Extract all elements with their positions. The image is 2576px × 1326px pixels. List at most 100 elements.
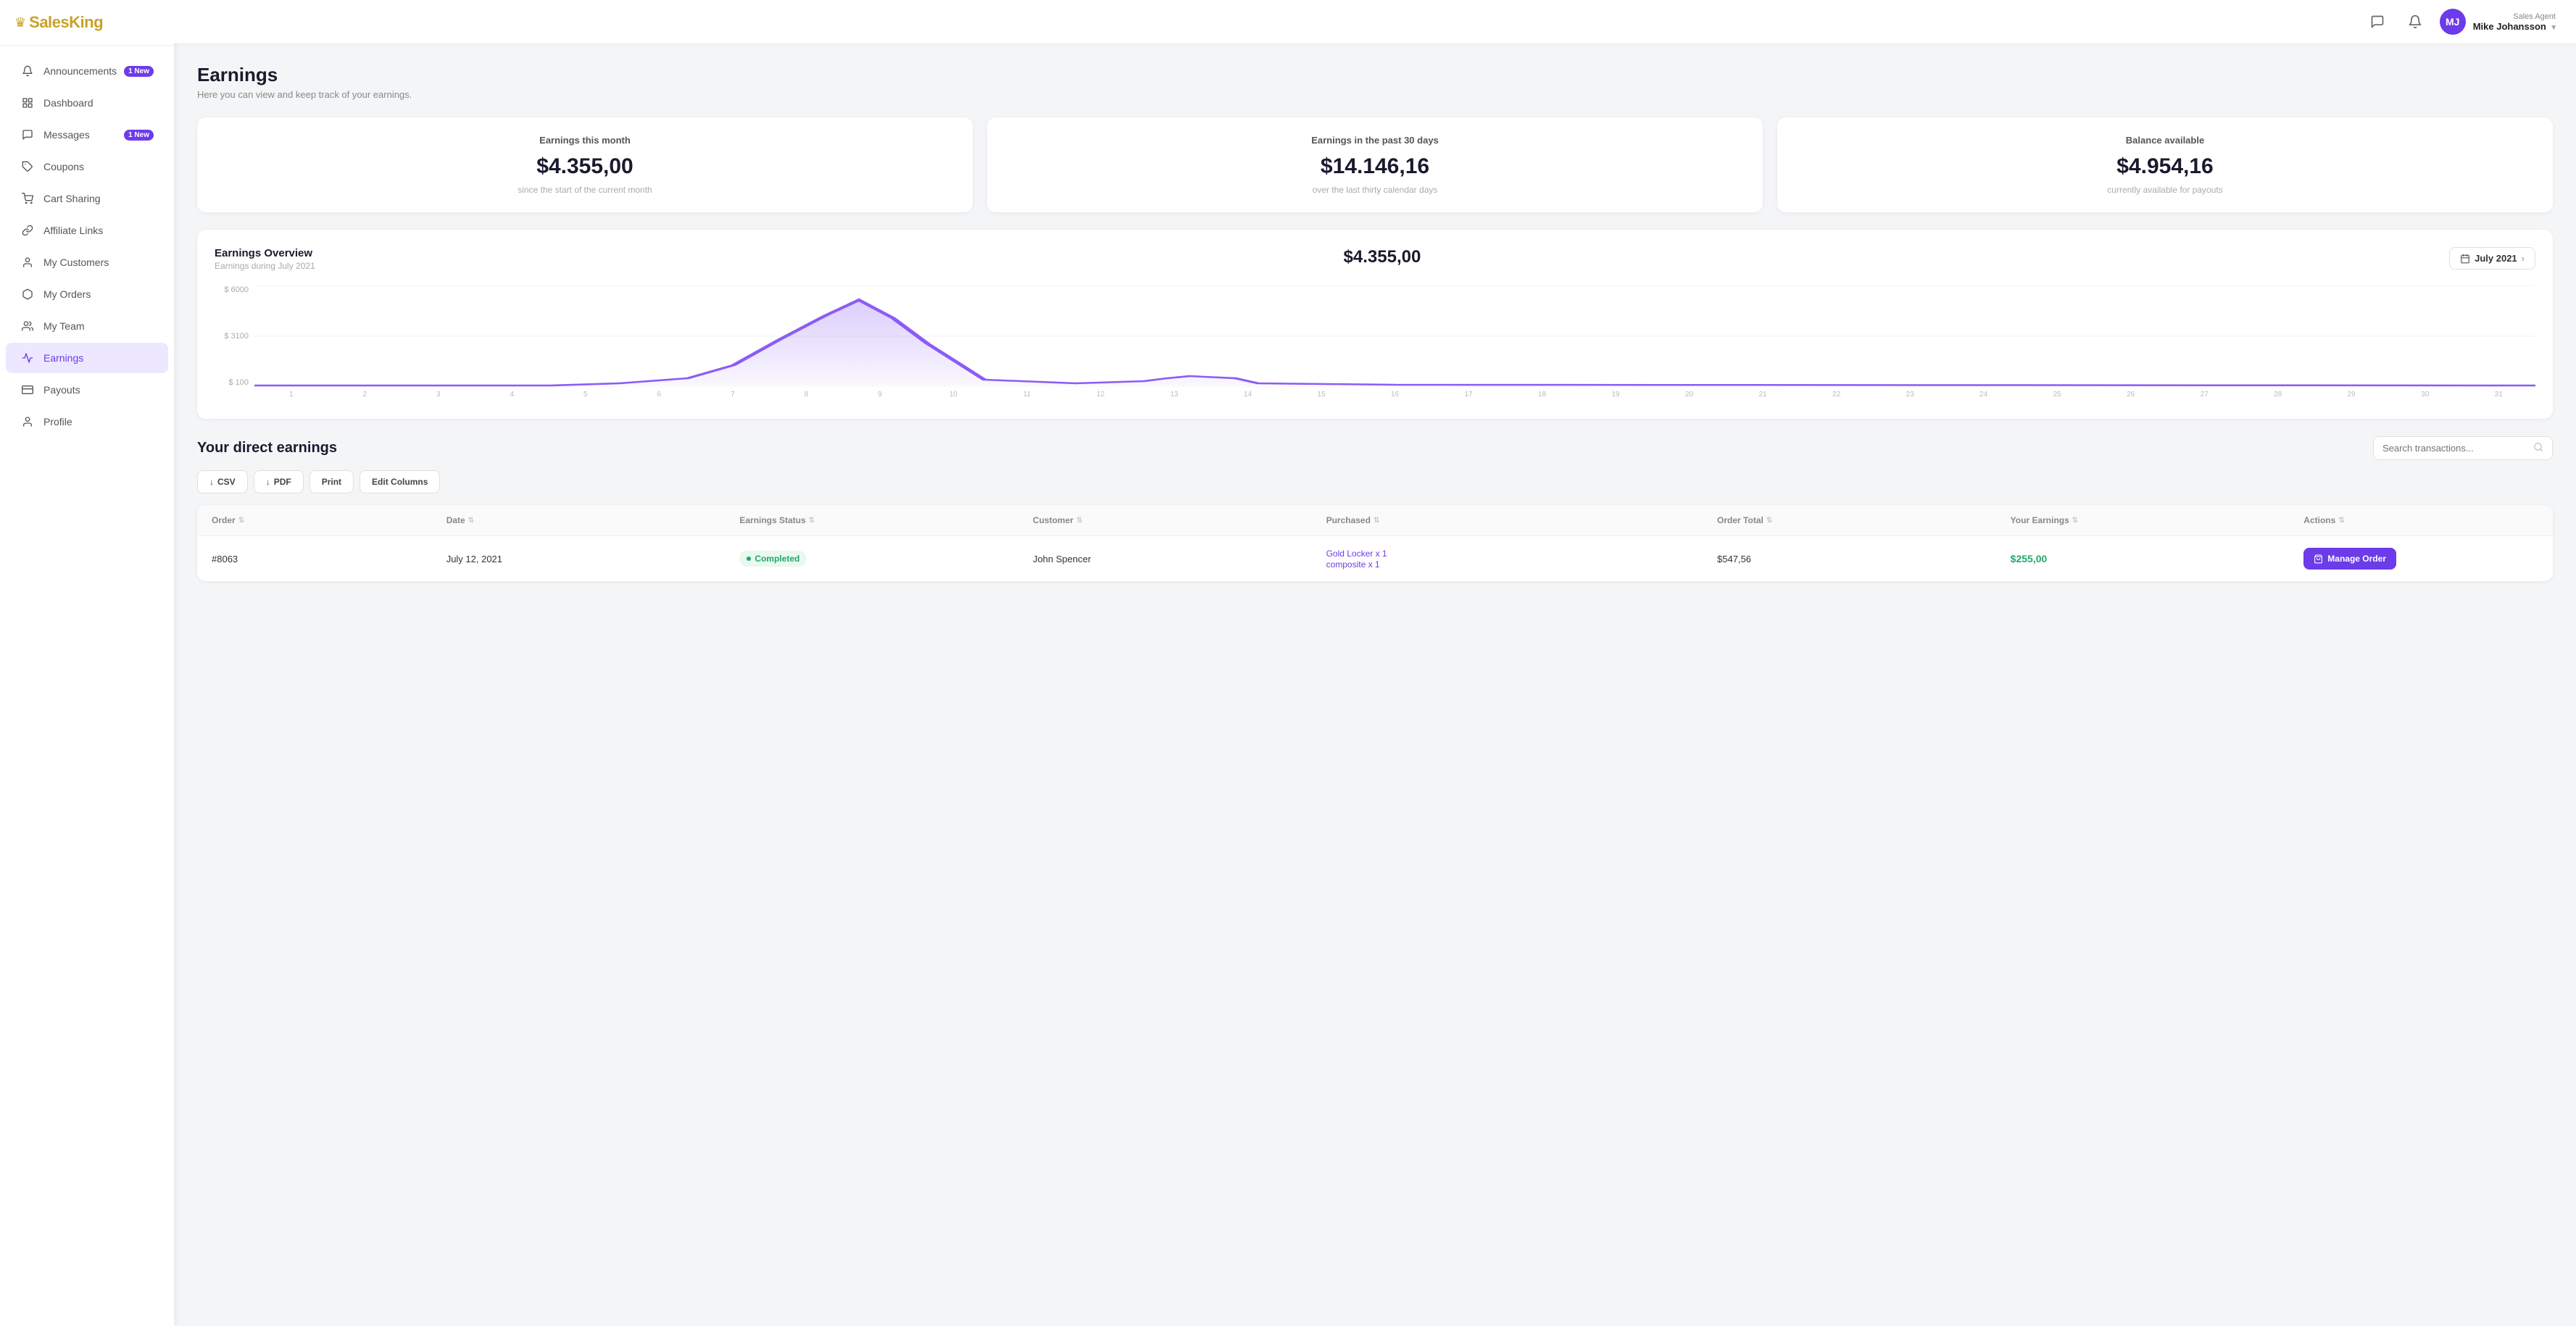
chart-x-label: 13: [1137, 391, 1211, 399]
th-customer: Customer ⇅: [1033, 515, 1326, 525]
box-icon: [20, 287, 35, 301]
team-icon: [20, 319, 35, 333]
sidebar-label-profile: Profile: [43, 416, 72, 428]
search-icon: [2533, 442, 2543, 454]
date-picker-button[interactable]: July 2021 ›: [2449, 247, 2535, 270]
sidebar-label-coupons: Coupons: [43, 161, 84, 172]
direct-earnings-header: Your direct earnings: [197, 436, 2553, 460]
chart-x-label: 28: [2241, 391, 2315, 399]
sidebar-item-messages[interactable]: Messages 1 New: [6, 120, 168, 150]
sort-total-icon: ⇅: [1766, 517, 1772, 525]
chart-x-label: 22: [1800, 391, 1874, 399]
y-label-100: $ 100: [215, 378, 254, 387]
csv-button[interactable]: ↓ CSV: [197, 470, 248, 493]
sidebar-item-dashboard[interactable]: Dashboard: [6, 88, 168, 118]
tag-icon: [20, 159, 35, 174]
product-link[interactable]: Gold Locker x 1composite x 1: [1326, 549, 1387, 570]
th-your-earnings: Your Earnings ⇅: [2011, 515, 2304, 525]
chart-x-label: 30: [2388, 391, 2462, 399]
print-button[interactable]: Print: [309, 470, 354, 493]
sidebar-item-affiliate-links[interactable]: Affiliate Links: [6, 215, 168, 246]
sort-status-icon: ⇅: [809, 517, 815, 525]
page-title: Earnings: [197, 64, 2553, 86]
logo-crown-icon: ♛: [14, 15, 26, 30]
chat-icon: [20, 128, 35, 142]
download-csv-icon: ↓: [209, 477, 214, 487]
bell-icon: [20, 64, 35, 78]
stat-label-0: Earnings this month: [215, 135, 955, 146]
chart-x-label: 11: [990, 391, 1064, 399]
sidebar-label-messages: Messages: [43, 129, 90, 141]
chart-x-label: 29: [2314, 391, 2388, 399]
sort-order-icon: ⇅: [238, 517, 244, 525]
chart-x-label: 18: [1505, 391, 1579, 399]
pdf-button[interactable]: ↓ PDF: [254, 470, 304, 493]
chart-x-label: 6: [623, 391, 697, 399]
sort-purchased-icon: ⇅: [1374, 517, 1379, 525]
sidebar-item-cart-sharing[interactable]: Cart Sharing: [6, 183, 168, 214]
sidebar-label-my-orders: My Orders: [43, 288, 91, 300]
chart-x-label: 15: [1284, 391, 1358, 399]
chart-x-label: 2: [328, 391, 402, 399]
topbar: MJ Sales Agent Mike Johansson ▾: [174, 0, 2576, 43]
avatar: MJ: [2440, 9, 2466, 35]
sidebar-label-my-team: My Team: [43, 320, 85, 332]
chart-x-label: 17: [1432, 391, 1505, 399]
stat-value-1: $14.146,16: [1005, 154, 1745, 179]
user-icon: [20, 414, 35, 429]
sidebar-item-my-team[interactable]: My Team: [6, 311, 168, 341]
td-actions: Manage Order: [2303, 548, 2538, 570]
table-header: Order ⇅ Date ⇅ Earnings Status ⇅ Custome…: [197, 505, 2553, 536]
sidebar-item-my-customers[interactable]: My Customers: [6, 247, 168, 278]
stat-card-2: Balance available $4.954,16 currently av…: [1777, 117, 2553, 212]
calendar-icon: [2460, 254, 2470, 264]
y-label-6000: $ 6000: [215, 285, 254, 294]
stat-value-0: $4.355,00: [215, 154, 955, 179]
status-dot: [747, 556, 751, 561]
earnings-table: Order ⇅ Date ⇅ Earnings Status ⇅ Custome…: [197, 505, 2553, 581]
link-icon: [20, 223, 35, 238]
chart-x-label: 5: [549, 391, 623, 399]
td-purchased: Gold Locker x 1composite x 1: [1326, 548, 1717, 570]
sidebar-item-coupons[interactable]: Coupons: [6, 151, 168, 182]
sort-customer-icon: ⇅: [1076, 517, 1082, 525]
chart-x-label: 31: [2461, 391, 2535, 399]
sidebar-label-cart-sharing: Cart Sharing: [43, 193, 101, 204]
chart-x-label: 23: [1873, 391, 1947, 399]
sidebar-label-my-customers: My Customers: [43, 257, 109, 268]
stat-label-1: Earnings in the past 30 days: [1005, 135, 1745, 146]
user-menu[interactable]: MJ Sales Agent Mike Johansson ▾: [2440, 9, 2556, 35]
sort-actions-icon: ⇅: [2338, 517, 2344, 525]
cart-icon: [20, 191, 35, 206]
direct-earnings-title: Your direct earnings: [197, 440, 337, 456]
grid-icon: [20, 96, 35, 110]
th-date: Date ⇅: [446, 515, 740, 525]
manage-order-button[interactable]: Manage Order: [2303, 548, 2396, 570]
bell-topbar-button[interactable]: [2402, 9, 2428, 35]
overview-total: $4.355,00: [1344, 247, 1421, 267]
sidebar-label-dashboard: Dashboard: [43, 97, 94, 109]
search-input[interactable]: [2382, 443, 2527, 454]
sidebar-item-my-orders[interactable]: My Orders: [6, 279, 168, 309]
stat-label-2: Balance available: [1795, 135, 2535, 146]
td-date: July 12, 2021: [446, 554, 740, 564]
chevron-down-icon: ▾: [2551, 23, 2556, 32]
sidebar-item-earnings[interactable]: Earnings: [6, 343, 168, 373]
sidebar-item-payouts[interactable]: Payouts: [6, 375, 168, 405]
sidebar-item-profile[interactable]: Profile: [6, 406, 168, 437]
stat-note-0: since the start of the current month: [215, 185, 955, 195]
chat-topbar-button[interactable]: [2364, 9, 2390, 35]
th-order: Order ⇅: [212, 515, 446, 525]
chart-y-labels: $ 6000 $ 3100 $ 100: [215, 285, 254, 387]
chart-x-label: 1: [254, 391, 328, 399]
edit-columns-button[interactable]: Edit Columns: [360, 470, 440, 493]
table-row: #8063 July 12, 2021 Completed John Spenc…: [197, 536, 2553, 581]
user-name: Mike Johansson ▾: [2473, 21, 2556, 32]
main-content: MJ Sales Agent Mike Johansson ▾ Earnings…: [174, 0, 2576, 1326]
chart-x-label: 20: [1653, 391, 1727, 399]
chart-x-label: 7: [696, 391, 770, 399]
chart-x-label: 19: [1579, 391, 1653, 399]
stats-grid: Earnings this month $4.355,00 since the …: [197, 117, 2553, 212]
sidebar-item-announcements[interactable]: Announcements 1 New: [6, 56, 168, 86]
logo-text: SalesKing: [29, 13, 103, 32]
